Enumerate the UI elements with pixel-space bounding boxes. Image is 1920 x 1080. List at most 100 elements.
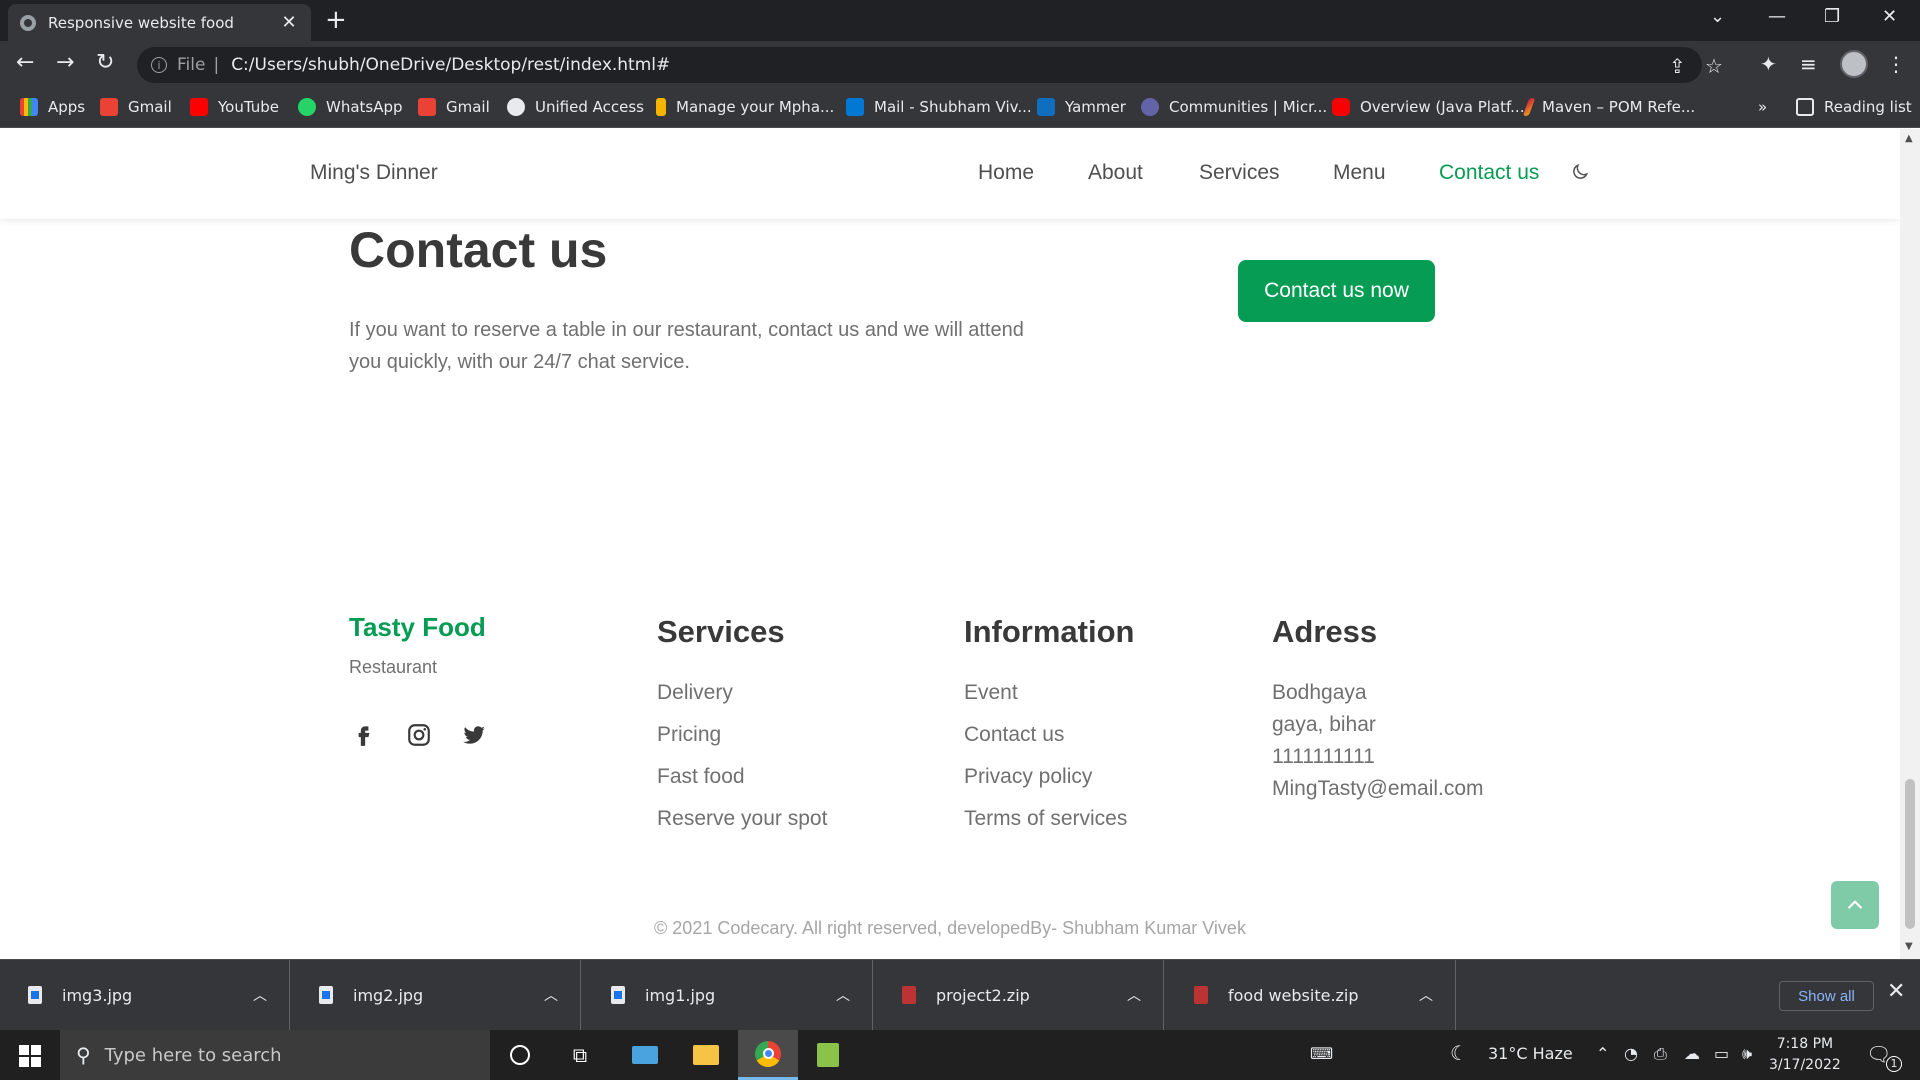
reading-list-button[interactable]: Reading list xyxy=(1796,98,1912,116)
cortana-icon[interactable] xyxy=(490,1030,550,1080)
scroll-down-arrow-icon[interactable]: ▼ xyxy=(1905,941,1913,952)
scrollbar-thumb[interactable] xyxy=(1905,779,1915,929)
bookmark-star-icon[interactable]: ☆ xyxy=(1705,54,1723,78)
bookmark-gmail-2[interactable]: Gmail xyxy=(418,98,490,116)
clock-date: 3/17/2022 xyxy=(1769,1057,1841,1073)
scroll-up-arrow-icon[interactable]: ▲ xyxy=(1905,133,1913,144)
bookmark-java-overview[interactable]: Overview (Java Platf... xyxy=(1332,98,1524,116)
chevron-up-icon[interactable]: ︿ xyxy=(1127,985,1141,1005)
bookmark-maven[interactable]: Maven – POM Refe... xyxy=(1522,98,1695,116)
whatsapp-icon xyxy=(298,98,316,116)
bookmark-gmail[interactable]: Gmail xyxy=(100,98,172,116)
copyright-text: © 2021 Codecary. All right reserved, dev… xyxy=(654,918,1246,938)
chevron-up-icon xyxy=(1848,900,1862,909)
close-window-icon[interactable]: ✕ xyxy=(1882,6,1897,27)
reading-list-icon xyxy=(1796,98,1814,116)
footer-link-reserve-spot[interactable]: Reserve your spot xyxy=(657,807,827,831)
contact-us-now-button[interactable]: Contact us now xyxy=(1238,260,1435,322)
app-remote-icon[interactable] xyxy=(615,1030,675,1080)
contact-description: If you want to reserve a table in our re… xyxy=(349,319,1024,373)
nav-home[interactable]: Home xyxy=(978,161,1034,185)
footer-link-event[interactable]: Event xyxy=(964,681,1018,705)
forward-icon[interactable]: → xyxy=(56,52,74,74)
new-tab-button[interactable]: + xyxy=(325,7,347,33)
weather-moon-icon[interactable]: ☾ xyxy=(1450,1041,1468,1065)
wifi-icon[interactable]: ◔ xyxy=(1624,1044,1638,1063)
url-separator: | xyxy=(213,55,220,75)
scroll-to-top-button[interactable] xyxy=(1831,881,1879,929)
restore-icon[interactable]: ❐ xyxy=(1824,6,1840,27)
weather-text[interactable]: 31°C Haze xyxy=(1488,1044,1573,1063)
system-clock[interactable]: 7:18 PM 3/17/2022 xyxy=(1769,1034,1841,1076)
search-placeholder: Type here to search xyxy=(104,1044,282,1066)
onedrive-cloud-icon[interactable]: ☁ xyxy=(1684,1044,1700,1063)
windows-start-icon[interactable] xyxy=(19,1045,41,1067)
task-view-icon[interactable]: ⧉ xyxy=(550,1030,610,1080)
bookmark-youtube[interactable]: YouTube xyxy=(190,98,279,116)
chevron-up-icon[interactable]: ︿ xyxy=(253,985,267,1005)
profile-avatar[interactable] xyxy=(1840,50,1868,78)
nav-contact-us[interactable]: Contact us xyxy=(1439,161,1539,185)
keyboard-icon[interactable]: ⌨ xyxy=(1310,1044,1333,1063)
download-item[interactable]: img1.jpg ︿ xyxy=(583,960,873,1030)
image-file-icon xyxy=(611,986,625,1004)
footer-link-delivery[interactable]: Delivery xyxy=(657,681,733,705)
device-icon[interactable]: ⎙ xyxy=(1654,1044,1667,1064)
notepad-icon[interactable] xyxy=(798,1030,858,1080)
bookmark-whatsapp[interactable]: WhatsApp xyxy=(298,98,403,116)
bookmarks-overflow-icon[interactable]: » xyxy=(1758,98,1767,116)
download-item[interactable]: img2.jpg ︿ xyxy=(291,960,581,1030)
share-icon[interactable]: ⇪ xyxy=(1669,54,1686,78)
facebook-icon[interactable] xyxy=(350,722,376,748)
nav-about[interactable]: About xyxy=(1088,161,1143,185)
download-item[interactable]: project2.zip ︿ xyxy=(874,960,1164,1030)
chevron-up-icon[interactable]: ︿ xyxy=(836,985,850,1005)
dark-mode-moon-icon[interactable] xyxy=(1570,162,1590,182)
menu-kebab-icon[interactable]: ⋮ xyxy=(1886,52,1906,76)
taskbar-search-box[interactable]: ⚲ Type here to search xyxy=(60,1030,490,1080)
zip-file-icon xyxy=(902,986,916,1004)
show-all-downloads-button[interactable]: Show all xyxy=(1779,981,1874,1011)
media-control-icon[interactable]: ≡ xyxy=(1800,52,1817,76)
volume-icon[interactable]: 🕪 xyxy=(1742,1044,1752,1064)
back-icon[interactable]: ← xyxy=(16,52,34,74)
bookmark-apps[interactable]: Apps xyxy=(20,98,85,116)
nav-menu[interactable]: Menu xyxy=(1333,161,1386,185)
close-downloads-icon[interactable]: ✕ xyxy=(1887,979,1905,1004)
battery-icon[interactable]: ▭ xyxy=(1714,1044,1729,1063)
browser-tab[interactable]: Responsive website food ✕ xyxy=(8,4,311,41)
close-tab-icon[interactable]: ✕ xyxy=(279,12,299,33)
site-logo[interactable]: Ming's Dinner xyxy=(310,161,438,185)
reload-icon[interactable]: ↻ xyxy=(96,52,114,74)
footer-link-privacy-policy[interactable]: Privacy policy xyxy=(964,765,1092,789)
footer-brand[interactable]: Tasty Food xyxy=(349,612,486,643)
download-item[interactable]: food website.zip ︿ xyxy=(1166,960,1456,1030)
nav-services[interactable]: Services xyxy=(1199,161,1280,185)
instagram-icon[interactable] xyxy=(406,722,432,748)
contact-title: Contact us xyxy=(349,222,608,278)
footer-link-contact-us[interactable]: Contact us xyxy=(964,723,1064,747)
browser-tab-strip: Responsive website food ✕ + ⌄ — ❐ ✕ xyxy=(0,0,1920,41)
bookmark-mail[interactable]: Mail - Shubham Viv... xyxy=(846,98,1032,116)
footer-link-fast-food[interactable]: Fast food xyxy=(657,765,745,789)
tab-search-icon[interactable]: ⌄ xyxy=(1710,6,1725,27)
bookmark-communities[interactable]: Communities | Micr... xyxy=(1141,98,1327,116)
download-item[interactable]: img3.jpg ︿ xyxy=(0,960,290,1030)
extensions-icon[interactable]: ✦ xyxy=(1760,52,1777,76)
chevron-up-icon[interactable]: ︿ xyxy=(1419,985,1433,1005)
twitter-icon[interactable] xyxy=(461,722,487,748)
page-scrollbar[interactable]: ▲ ▼ xyxy=(1900,129,1920,959)
bookmark-unified-access[interactable]: Unified Access xyxy=(507,98,644,116)
show-hidden-icons-icon[interactable]: ⌃ xyxy=(1596,1044,1609,1063)
bookmark-yammer[interactable]: Yammer xyxy=(1037,98,1126,116)
footer-link-terms[interactable]: Terms of services xyxy=(964,807,1127,831)
file-explorer-icon[interactable] xyxy=(676,1030,736,1080)
info-icon[interactable]: i xyxy=(151,57,167,73)
bookmark-manage-mpha[interactable]: Manage your Mpha... xyxy=(656,98,834,116)
address-bar[interactable]: i File | C:/Users/shubh/OneDrive/Desktop… xyxy=(137,47,1723,83)
footer-link-pricing[interactable]: Pricing xyxy=(657,723,721,747)
youtube-icon xyxy=(190,98,208,116)
chrome-icon[interactable] xyxy=(738,1030,798,1080)
chevron-up-icon[interactable]: ︿ xyxy=(544,985,558,1005)
minimize-icon[interactable]: — xyxy=(1768,6,1786,27)
